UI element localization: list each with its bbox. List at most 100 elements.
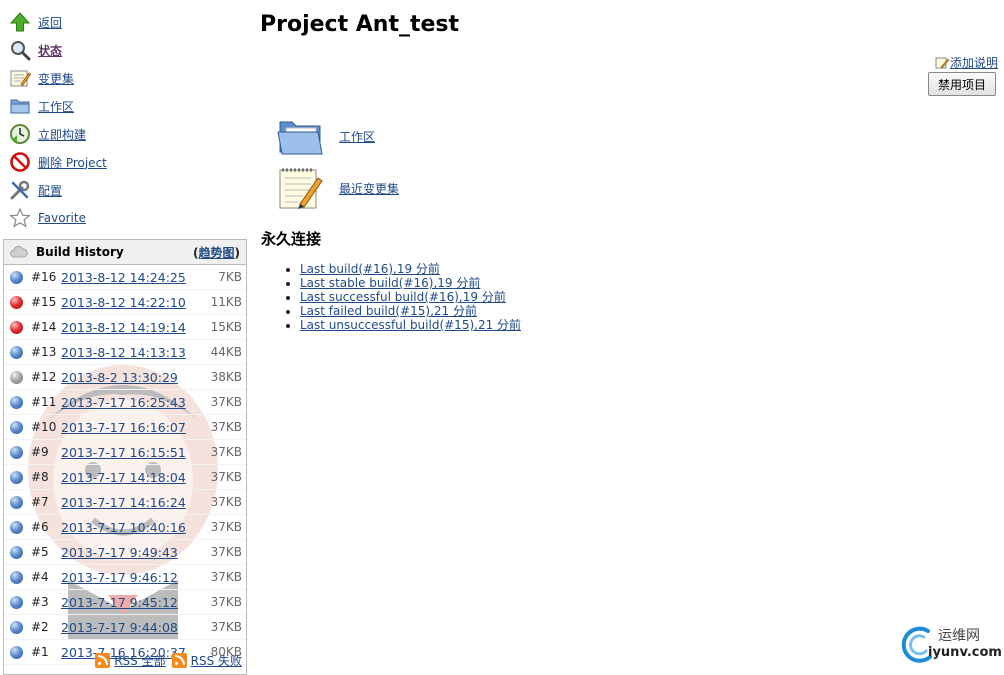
- build-row: #10 2013-7-17 16:16:07 37KB: [4, 415, 246, 440]
- permalink-link[interactable]: Last failed build(#15),21 分前: [300, 304, 477, 318]
- task-status[interactable]: 状态: [8, 36, 244, 64]
- build-date-link[interactable]: 2013-7-17 16:25:43: [61, 395, 186, 410]
- build-log-size: 37KB: [210, 445, 242, 459]
- build-number: #2: [31, 620, 49, 634]
- build-log-size: 44KB: [210, 345, 242, 359]
- build-date-link[interactable]: 2013-7-17 9:44:08: [61, 620, 178, 635]
- task-back[interactable]: 返回: [8, 8, 244, 36]
- build-log-size: 37KB: [210, 545, 242, 559]
- build-row: #13 2013-8-12 14:13:13 44KB: [4, 340, 246, 365]
- watermark-cn-text: 运维网: [938, 628, 980, 644]
- permalink-link[interactable]: Last unsuccessful build(#15),21 分前: [300, 318, 521, 332]
- trend-close-paren: ): [234, 245, 240, 260]
- build-row: #6 2013-7-17 10:40:16 37KB: [4, 515, 246, 540]
- build-date-link[interactable]: 2013-8-12 14:13:13: [61, 345, 186, 360]
- build-row: #11 2013-7-17 16:25:43 37KB: [4, 390, 246, 415]
- task-delete[interactable]: 删除 Project: [8, 148, 244, 176]
- build-number: #14: [31, 320, 57, 334]
- trend-link[interactable]: 趋势图: [199, 246, 235, 260]
- task-configure[interactable]: 配置: [8, 176, 244, 204]
- build-date-link[interactable]: 2013-7-17 14:18:04: [61, 470, 186, 485]
- build-row: #8 2013-7-17 14:18:04 37KB: [4, 465, 246, 490]
- task-workspace-link[interactable]: 工作区: [38, 98, 74, 115]
- build-log-size: 37KB: [210, 570, 242, 584]
- build-date-link[interactable]: 2013-7-17 10:40:16: [61, 520, 186, 535]
- build-number: #8: [31, 470, 49, 484]
- build-row: #5 2013-7-17 9:49:43 37KB: [4, 540, 246, 565]
- build-date-link[interactable]: 2013-8-12 14:24:25: [61, 270, 186, 285]
- task-delete-link[interactable]: 删除 Project: [38, 154, 107, 171]
- build-status-ball-icon: [10, 270, 23, 284]
- edit-note-icon: [935, 56, 949, 70]
- task-configure-link[interactable]: 配置: [38, 182, 62, 199]
- task-back-link[interactable]: 返回: [38, 14, 62, 31]
- build-number: #4: [31, 570, 49, 584]
- build-date-link[interactable]: 2013-7-17 16:15:51: [61, 445, 186, 460]
- permalink-link[interactable]: Last stable build(#16),19 分前: [300, 276, 480, 290]
- task-favorite-link[interactable]: Favorite: [38, 211, 86, 225]
- weather-cloud-icon: [10, 246, 30, 258]
- build-history-title: Build History: [36, 245, 124, 259]
- side-task-menu: 返回 状态 变更集 工作区 立即构建 删除 Project 配置 Favorit…: [8, 8, 244, 232]
- build-log-size: 37KB: [210, 495, 242, 509]
- build-number: #13: [31, 345, 57, 359]
- build-date-link[interactable]: 2013-7-17 16:16:07: [61, 420, 186, 435]
- build-log-size: 37KB: [210, 620, 242, 634]
- build-row: #9 2013-7-17 16:15:51 37KB: [4, 440, 246, 465]
- build-date-link[interactable]: 2013-7-17 9:49:43: [61, 545, 178, 560]
- trend-wrapper: (趋势图): [193, 244, 240, 261]
- build-status-ball-icon: [10, 320, 23, 334]
- task-build-now[interactable]: 立即构建: [8, 120, 244, 148]
- build-row: #3 2013-7-17 9:45:12 37KB: [4, 590, 246, 615]
- add-description-link[interactable]: 添加说明: [950, 54, 998, 71]
- build-status-ball-icon: [10, 420, 23, 434]
- rss-failed-link[interactable]: RSS 失败: [191, 652, 242, 669]
- disable-project-button[interactable]: 禁用项目: [928, 72, 996, 96]
- task-build-now-link[interactable]: 立即构建: [38, 126, 86, 143]
- permalink-item: Last successful build(#16),19 分前: [300, 290, 521, 304]
- permalink-link[interactable]: Last successful build(#16),19 分前: [300, 290, 506, 304]
- build-row: #15 2013-8-12 14:22:10 11KB: [4, 290, 246, 315]
- build-status-ball-icon: [10, 395, 23, 409]
- add-description[interactable]: 添加说明: [935, 54, 998, 71]
- build-log-size: 37KB: [210, 470, 242, 484]
- rss-all-link[interactable]: RSS 全部: [114, 652, 165, 669]
- build-number: #9: [31, 445, 49, 459]
- build-log-size: 37KB: [210, 520, 242, 534]
- task-changes-link[interactable]: 变更集: [38, 70, 74, 87]
- build-number: #15: [31, 295, 57, 309]
- watermark-domain-text: iyunv.com: [928, 645, 1002, 660]
- build-date-link[interactable]: 2013-8-12 14:19:14: [61, 320, 186, 335]
- task-status-link[interactable]: 状态: [38, 42, 62, 59]
- star-icon: [8, 206, 32, 230]
- build-date-link[interactable]: 2013-7-17 9:45:12: [61, 595, 178, 610]
- build-status-ball-icon: [10, 295, 23, 309]
- task-workspace[interactable]: 工作区: [8, 92, 244, 120]
- build-log-size: 11KB: [210, 295, 242, 309]
- build-history-header: Build History (趋势图): [4, 240, 246, 265]
- build-date-link[interactable]: 2013-8-12 14:22:10: [61, 295, 186, 310]
- build-row: #4 2013-7-17 9:46:12 37KB: [4, 565, 246, 590]
- notepad-icon: [276, 164, 324, 212]
- build-row: #12 2013-8-2 13:30:29 38KB: [4, 365, 246, 390]
- recent-changes-link[interactable]: 最近变更集: [339, 180, 399, 197]
- task-favorite[interactable]: Favorite: [8, 204, 244, 232]
- no-entry-icon: [8, 150, 32, 174]
- build-date-link[interactable]: 2013-8-2 13:30:29: [61, 370, 178, 385]
- permalinks-heading: 永久连接: [261, 230, 322, 248]
- permalink-link[interactable]: Last build(#16),19 分前: [300, 262, 440, 276]
- recent-changes-item[interactable]: 最近变更集: [276, 164, 399, 212]
- build-number: #3: [31, 595, 49, 609]
- workspace-item[interactable]: 工作区: [276, 112, 375, 160]
- folder-icon: [8, 94, 32, 118]
- task-changes[interactable]: 变更集: [8, 64, 244, 92]
- permalink-item: Last unsuccessful build(#15),21 分前: [300, 318, 521, 332]
- build-date-link[interactable]: 2013-7-17 9:46:12: [61, 570, 178, 585]
- build-number: #5: [31, 545, 49, 559]
- workspace-link[interactable]: 工作区: [339, 128, 375, 145]
- build-number: #10: [31, 420, 57, 434]
- build-status-ball-icon: [10, 470, 23, 484]
- build-history-panel: Build History (趋势图) #16 2013-8-12 14:24:2…: [3, 239, 247, 675]
- build-date-link[interactable]: 2013-7-17 14:16:24: [61, 495, 186, 510]
- build-number: #1: [31, 645, 49, 659]
